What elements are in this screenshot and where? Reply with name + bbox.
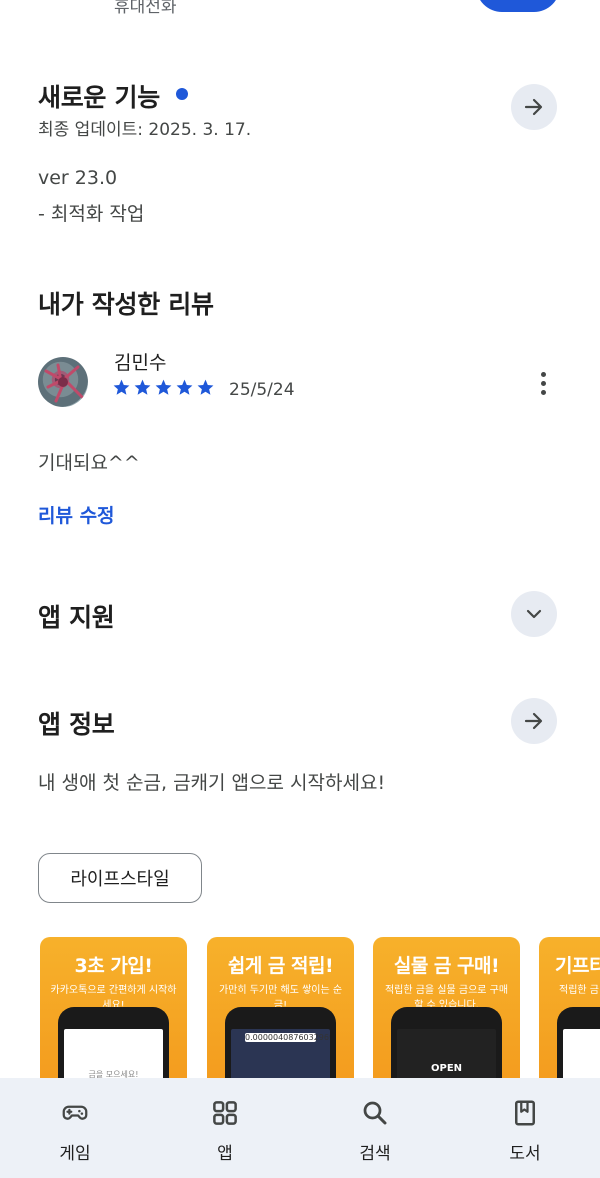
screenshot-card[interactable]: 쉽게 금 적립! 가만히 두기만 해도 쌓이는 순금! 0.0000040876…: [207, 937, 354, 1078]
more-vert-icon: [540, 371, 546, 377]
nav-label: 게임: [59, 1144, 91, 1164]
nav-apps[interactable]: 앱: [150, 1078, 300, 1178]
avatar-image: [44, 363, 84, 403]
app-support-expand-button[interactable]: [511, 591, 557, 637]
phone-screen: OPEN: [397, 1029, 496, 1078]
nav-label: 검색: [359, 1144, 391, 1164]
my-review-title: 내가 작성한 리뷰: [38, 290, 214, 319]
reviewer-avatar: [38, 357, 88, 407]
category-chip[interactable]: 라이프스타일: [38, 853, 202, 903]
star-icon: [155, 379, 172, 395]
nav-label: 도서: [509, 1144, 541, 1164]
star-icon: [113, 379, 130, 395]
star-icon: [197, 379, 214, 395]
nav-search[interactable]: 검색: [300, 1078, 450, 1178]
gamepad-icon: [59, 1097, 91, 1129]
phone-mockup: 금을 모으세요!: [58, 1007, 169, 1078]
screenshot-card[interactable]: 3초 가입! 카카오톡으로 간편하게 시작하세요! 금을 모으세요!: [40, 937, 187, 1078]
nav-books[interactable]: 도서: [450, 1078, 600, 1178]
whats-new-arrow-button[interactable]: [511, 84, 557, 130]
search-icon: [359, 1097, 391, 1129]
install-button[interactable]: [476, 0, 560, 12]
screenshot-carousel[interactable]: 3초 가입! 카카오톡으로 간편하게 시작하세요! 금을 모으세요! 쉽게 금 …: [40, 937, 600, 1078]
app-info-arrow-button[interactable]: [511, 698, 557, 744]
device-label: 휴대전화: [114, 0, 177, 17]
rating-stars: [112, 378, 215, 397]
edit-review-link[interactable]: 리뷰 수정: [38, 501, 115, 528]
star-icon: [134, 379, 151, 395]
screen-text: 0.0000040876032969g: [245, 1033, 330, 1042]
screenshot-title: 기프티: [555, 955, 600, 977]
star-icon: [176, 379, 193, 395]
screenshot-title: 실물 금 구매!: [393, 955, 500, 977]
app-details-page: 휴대전화 새로운 기능 최종 업데이트: 2025. 3. 17. ver 23…: [0, 0, 600, 1178]
phone-screen: 금을 모으세요!: [64, 1029, 163, 1078]
book-icon: [509, 1097, 541, 1129]
app-info-title: 앱 정보: [38, 710, 115, 739]
chevron-down-icon: [526, 609, 542, 619]
nav-label: 앱: [217, 1144, 233, 1164]
screenshot-title: 3초 가입!: [74, 955, 153, 977]
phone-screen: [563, 1029, 600, 1078]
screenshot-subtitle: 적립한 금 기프티콘: [559, 985, 600, 996]
bottom-navigation: 게임 앱 검색 도서: [0, 1078, 600, 1178]
screen-text: OPEN: [430, 1063, 463, 1074]
screenshot-title: 쉽게 금 적립!: [227, 955, 334, 977]
review-text: 기대되요^^: [38, 452, 140, 474]
screenshot-card[interactable]: 기프티 적립한 금 기프티콘: [539, 937, 600, 1078]
phone-mockup: OPEN: [391, 1007, 502, 1078]
reviewer-name: 김민수: [114, 352, 167, 374]
version-text: ver 23.0: [38, 167, 118, 189]
whats-new-title: 새로운 기능: [38, 83, 160, 112]
phone-mockup: [557, 1007, 600, 1078]
app-support-title: 앱 지원: [38, 603, 115, 632]
apps-grid-icon: [209, 1097, 241, 1129]
nav-games[interactable]: 게임: [0, 1078, 150, 1178]
screenshot-card[interactable]: 실물 금 구매! 적립한 금을 실물 금으로 구매 할 수 있습니다. OPEN: [373, 937, 520, 1078]
review-date: 25/5/24: [229, 380, 295, 400]
new-indicator-dot: [176, 88, 188, 100]
screen-text: 금을 모으세요!: [88, 1070, 139, 1078]
app-description: 내 생애 첫 순금, 금캐기 앱으로 시작하세요!: [38, 772, 386, 794]
phone-screen: 0.0000040876032969g: [231, 1029, 330, 1078]
last-updated: 최종 업데이트: 2025. 3. 17.: [38, 120, 252, 140]
arrow-right-icon: [524, 712, 543, 730]
release-notes: - 최적화 작업: [38, 203, 145, 225]
phone-mockup: 0.0000040876032969g: [225, 1007, 336, 1078]
arrow-right-icon: [524, 98, 543, 116]
review-more-button[interactable]: [528, 366, 558, 400]
